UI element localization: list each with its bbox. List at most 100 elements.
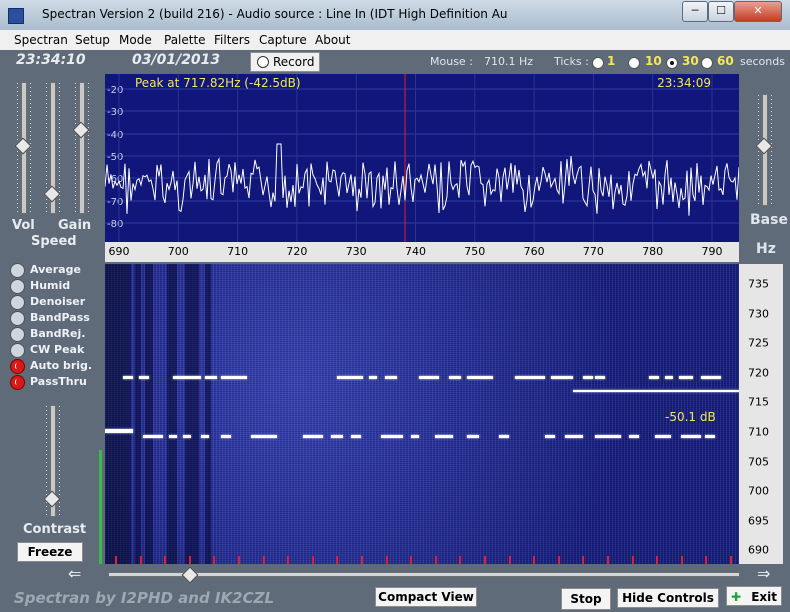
menu-mode[interactable]: Mode — [119, 33, 152, 47]
freq-tick-label: 710 — [227, 245, 249, 258]
hz-tick-label: 710 — [748, 425, 769, 439]
time-tick-mark — [484, 556, 486, 564]
cw-signal-mark — [183, 435, 191, 438]
time-tick-mark — [188, 556, 191, 564]
menu-filters[interactable]: Filters — [214, 33, 250, 47]
minimize-button[interactable]: ─ — [682, 1, 708, 22]
cw-signal-mark — [173, 376, 201, 379]
scroll-left-arrow-icon[interactable]: ⇐ — [68, 564, 81, 583]
cw-signal-mark — [385, 376, 397, 379]
record-button[interactable]: Record — [250, 52, 320, 72]
time-tick-mark — [115, 556, 117, 564]
menu-palette[interactable]: Palette — [164, 33, 206, 47]
toggle-light-icon — [10, 295, 25, 310]
freq-tick-label: 740 — [405, 245, 426, 258]
time-tick-mark — [287, 556, 290, 564]
exit-button[interactable]: ✚ Exit — [726, 586, 782, 606]
scroll-right-arrow-icon[interactable]: ⇒ — [757, 564, 770, 583]
cw-signal-mark — [411, 435, 419, 438]
tick-option-60: 60 — [717, 54, 734, 68]
hz-tick-label: 700 — [748, 484, 769, 498]
freq-tick-label: 720 — [286, 245, 308, 258]
maximize-button[interactable]: ☐ — [708, 1, 734, 22]
speed-label: Speed — [31, 234, 77, 249]
option-label: Humid — [30, 279, 71, 292]
tick-radio-60[interactable] — [701, 57, 713, 69]
window-title: Spectran Version 2 (build 216) - Audio s… — [42, 7, 508, 21]
info-bar: 23:34:10 03/01/2013 Record Mouse : 710.1… — [0, 50, 790, 72]
spectrum-plot[interactable]: -20 -30 -40 -50 -60 -70 -80 Peak at 717.82Hz (… — [105, 74, 739, 242]
cw-signal-mark — [595, 435, 621, 438]
option-label: PassThru — [30, 375, 87, 388]
exit-label: Exit — [751, 590, 777, 604]
freeze-button[interactable]: Freeze — [17, 542, 83, 562]
hide-controls-button[interactable]: Hide Controls — [617, 588, 719, 608]
toggle-light-icon — [10, 311, 25, 326]
cw-signal-mark — [515, 376, 545, 379]
cw-signal-mark — [139, 376, 149, 379]
toggle-light-icon — [10, 279, 25, 294]
cw-signal-mark — [337, 376, 363, 379]
toggle-light-icon — [10, 359, 25, 374]
waterfall-display[interactable]: -50.1 dB — [105, 264, 739, 564]
menu-capture[interactable]: Capture — [259, 33, 307, 47]
credit-text: Spectran by I2PHD and IK2CZL — [14, 589, 275, 607]
cw-signal-mark — [595, 376, 605, 379]
time-tick-mark — [582, 556, 585, 564]
db-tick-label: -30 — [107, 107, 123, 118]
hz-tick-label: 695 — [748, 514, 769, 528]
cw-signal-mark — [143, 435, 163, 438]
hz-unit-label: Hz — [756, 241, 776, 257]
time-tick-mark — [680, 556, 683, 564]
option-label: BandRej. — [30, 327, 86, 340]
freq-tick-label: 750 — [464, 245, 486, 258]
cw-signal-mark — [419, 376, 439, 379]
freq-tick-label: 730 — [345, 245, 367, 258]
time-tick-mark — [607, 556, 609, 564]
time-tick-mark — [533, 556, 536, 564]
tick-radio-1[interactable] — [592, 57, 604, 69]
option-label: Average — [30, 263, 81, 276]
menu-spectran[interactable]: Spectran — [14, 33, 68, 47]
hz-tick-label: 720 — [748, 366, 769, 380]
scrollbar-thumb[interactable] — [181, 566, 199, 584]
tick-radio-10[interactable] — [628, 57, 640, 69]
cw-signal-mark — [705, 435, 715, 438]
time-tick-mark — [705, 556, 708, 564]
close-button[interactable]: ✕ — [734, 1, 782, 22]
db-tick-label: -20 — [107, 85, 123, 96]
hz-tick-label: 725 — [748, 336, 769, 350]
current-time: 23:34:10 — [16, 52, 86, 68]
menu-bar: Spectran Setup Mode Palette Filters Capt… — [0, 30, 790, 51]
noise-band — [105, 264, 131, 564]
hz-tick-label: 705 — [748, 455, 769, 469]
cw-signal-mark — [303, 435, 323, 438]
compact-view-button[interactable]: Compact View — [375, 587, 477, 607]
record-circle-icon — [257, 56, 269, 68]
cw-signal-mark — [331, 435, 343, 438]
spectrum-trace: -20-30-40-50-60-70-80 — [105, 74, 739, 242]
stop-button[interactable]: Stop — [561, 588, 611, 610]
cw-signal-mark — [169, 435, 177, 438]
noise-band — [185, 264, 199, 564]
toggle-light-icon — [10, 327, 25, 342]
option-label: Denoiser — [30, 295, 86, 308]
menu-setup[interactable]: Setup — [75, 33, 110, 47]
db-tick-label: -50 — [107, 152, 123, 163]
time-tick-mark — [311, 556, 314, 564]
cw-signal-mark — [351, 435, 361, 438]
cw-signal-mark — [251, 435, 277, 438]
time-tick-mark — [164, 556, 167, 564]
base-label: Base — [750, 212, 788, 228]
cw-signal-mark — [701, 376, 721, 379]
horizontal-scrollbar[interactable] — [108, 572, 740, 577]
cw-signal-mark — [221, 435, 231, 438]
db-tick-label: -70 — [107, 197, 123, 208]
menu-about[interactable]: About — [315, 33, 350, 47]
mouse-label: Mouse : — [430, 55, 473, 68]
cw-signal-mark — [369, 376, 377, 379]
cw-signal-mark — [551, 376, 573, 379]
db-readout: -50.1 dB — [665, 410, 716, 424]
gain-slider[interactable] — [75, 82, 89, 214]
tick-radio-30[interactable] — [666, 57, 678, 69]
